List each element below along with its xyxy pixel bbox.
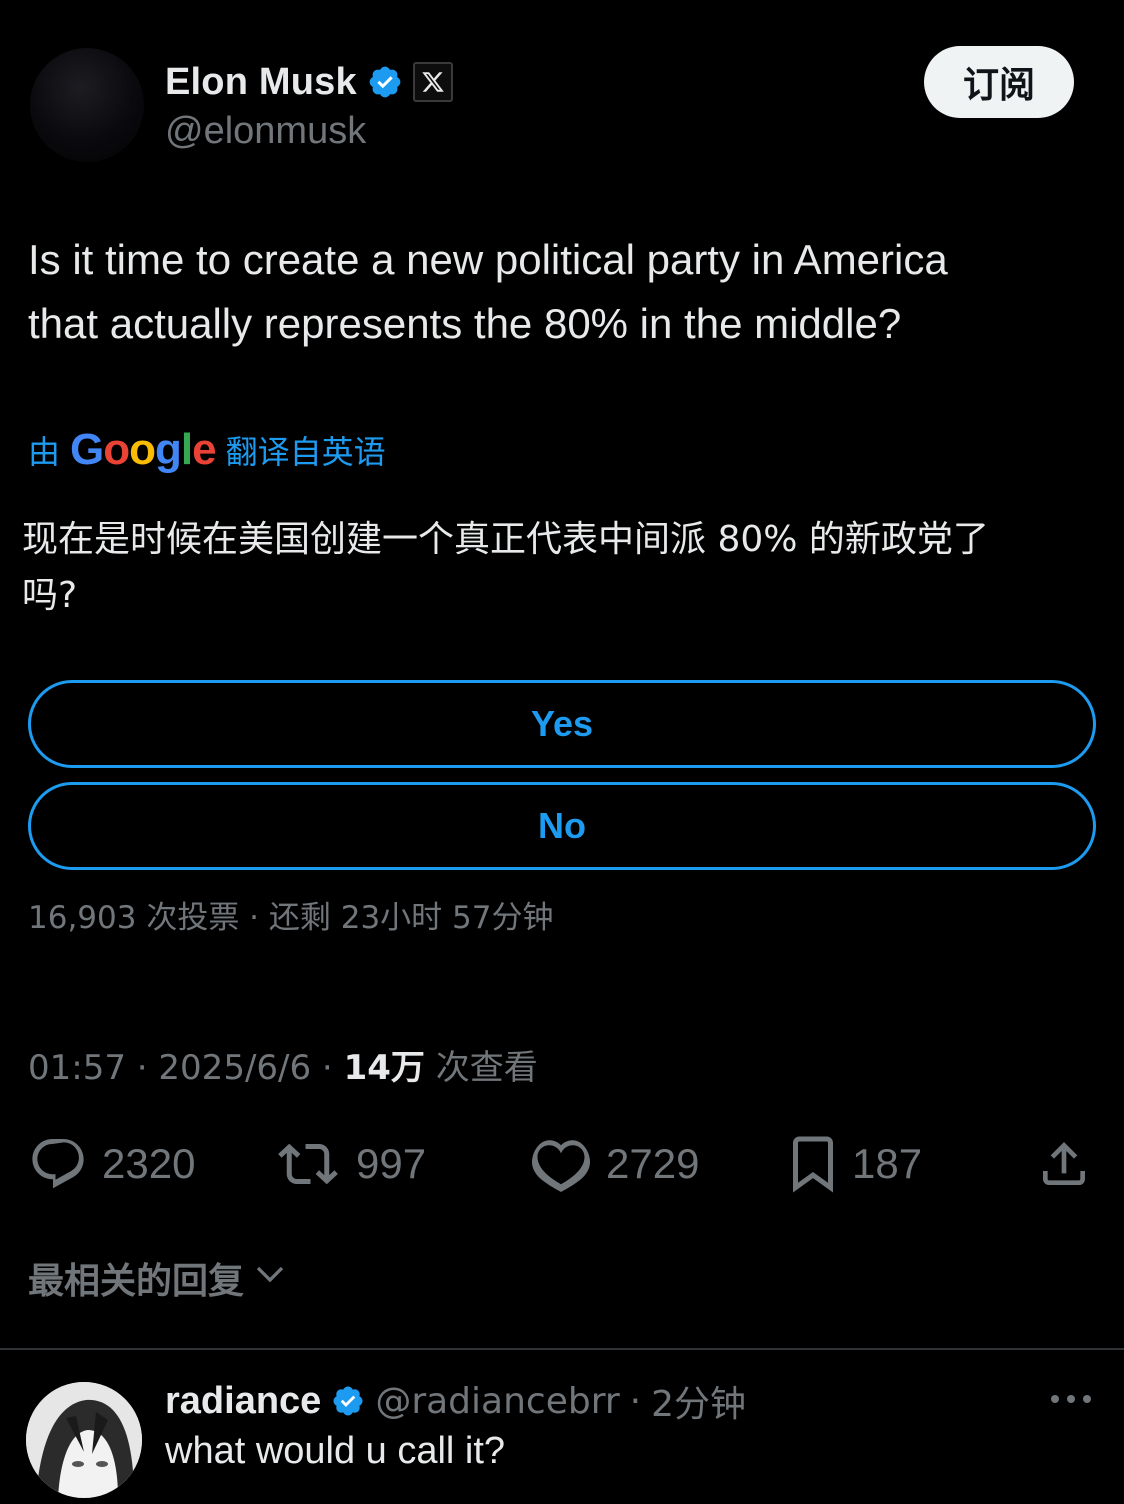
poll-meta: 16,903 次投票 · 还剩 23小时 57分钟 [28, 900, 554, 936]
separator-dot: · [629, 1380, 642, 1422]
translated-text-line: 现在是时候在美国创建一个真正代表中间派 80% 的新政党了 [22, 519, 989, 560]
like-count: 2729 [606, 1140, 700, 1187]
verified-badge-icon[interactable] [367, 64, 403, 100]
reply-time[interactable]: 2分钟 [651, 1375, 746, 1427]
author-display-name[interactable]: Elon Musk [165, 61, 357, 104]
post-date[interactable]: 2025/6/6 [158, 1048, 311, 1088]
reply-avatar[interactable] [26, 1382, 142, 1498]
reply-button[interactable]: 2320 [28, 1132, 195, 1196]
like-button[interactable]: 2729 [530, 1132, 699, 1196]
replies-sort-label: 最相关的回复 [28, 1261, 245, 1302]
chevron-down-icon [252, 1256, 288, 1301]
reply-display-name[interactable]: radiance [165, 1380, 321, 1423]
repost-icon [274, 1134, 342, 1194]
translation-prefix: 由 [28, 433, 61, 471]
views-label-text: 次查看 [435, 1048, 538, 1088]
subscribe-button[interactable]: 订阅 [924, 46, 1074, 118]
bookmark-icon [788, 1133, 838, 1195]
share-button[interactable] [1036, 1132, 1092, 1196]
author-avatar[interactable] [30, 48, 144, 162]
tweet-text-line: Is it time to create a new political par… [28, 236, 948, 283]
heart-icon [530, 1134, 592, 1194]
reply-count: 2320 [102, 1140, 196, 1187]
author-handle[interactable]: @elonmusk [165, 110, 366, 153]
reply-text: what would u call it? [165, 1430, 506, 1472]
translation-suffix: 翻译自英语 [225, 433, 386, 471]
bookmark-button[interactable]: 187 [788, 1132, 922, 1196]
divider [0, 1348, 1124, 1350]
repost-count: 997 [356, 1140, 427, 1187]
tweet-text-line: that actually represents the 80% in the … [28, 300, 902, 347]
separator-dot: · [311, 1048, 344, 1088]
author-name-row: Elon Musk [165, 58, 453, 106]
tweet-text: Is it time to create a new political par… [28, 228, 1088, 356]
translation-attribution[interactable]: 由 Google 翻译自英语 [28, 424, 386, 476]
repost-button[interactable]: 997 [274, 1132, 426, 1196]
poll-option-yes[interactable]: Yes [28, 680, 1096, 768]
share-icon [1036, 1134, 1092, 1194]
reply-icon [28, 1134, 88, 1194]
bookmark-count: 187 [852, 1140, 923, 1187]
translated-text: 现在是时候在美国创建一个真正代表中间派 80% 的新政党了 吗? [22, 512, 1092, 624]
x-logo-icon [412, 62, 453, 102]
post-time[interactable]: 01:57 [28, 1048, 126, 1088]
translated-text-line: 吗? [22, 575, 78, 616]
verified-badge-icon[interactable] [331, 1384, 365, 1418]
poll-option-no[interactable]: No [28, 782, 1096, 870]
views-label: 次查看 [425, 1040, 538, 1089]
reply-header: radiance @radiancebrr · 2分钟 [165, 1376, 746, 1426]
separator-dot: · [125, 1048, 159, 1088]
more-options-icon[interactable] [1046, 1384, 1096, 1414]
views-count[interactable]: 14万 [344, 1040, 425, 1089]
replies-sort-dropdown[interactable]: 最相关的回复 [28, 1252, 288, 1304]
google-logo: Google [70, 425, 217, 474]
reply-handle[interactable]: @radiancebrr [375, 1381, 619, 1422]
timestamp-row: 01:57 · 2025/6/6 · 14万 次查看 [28, 1040, 538, 1089]
